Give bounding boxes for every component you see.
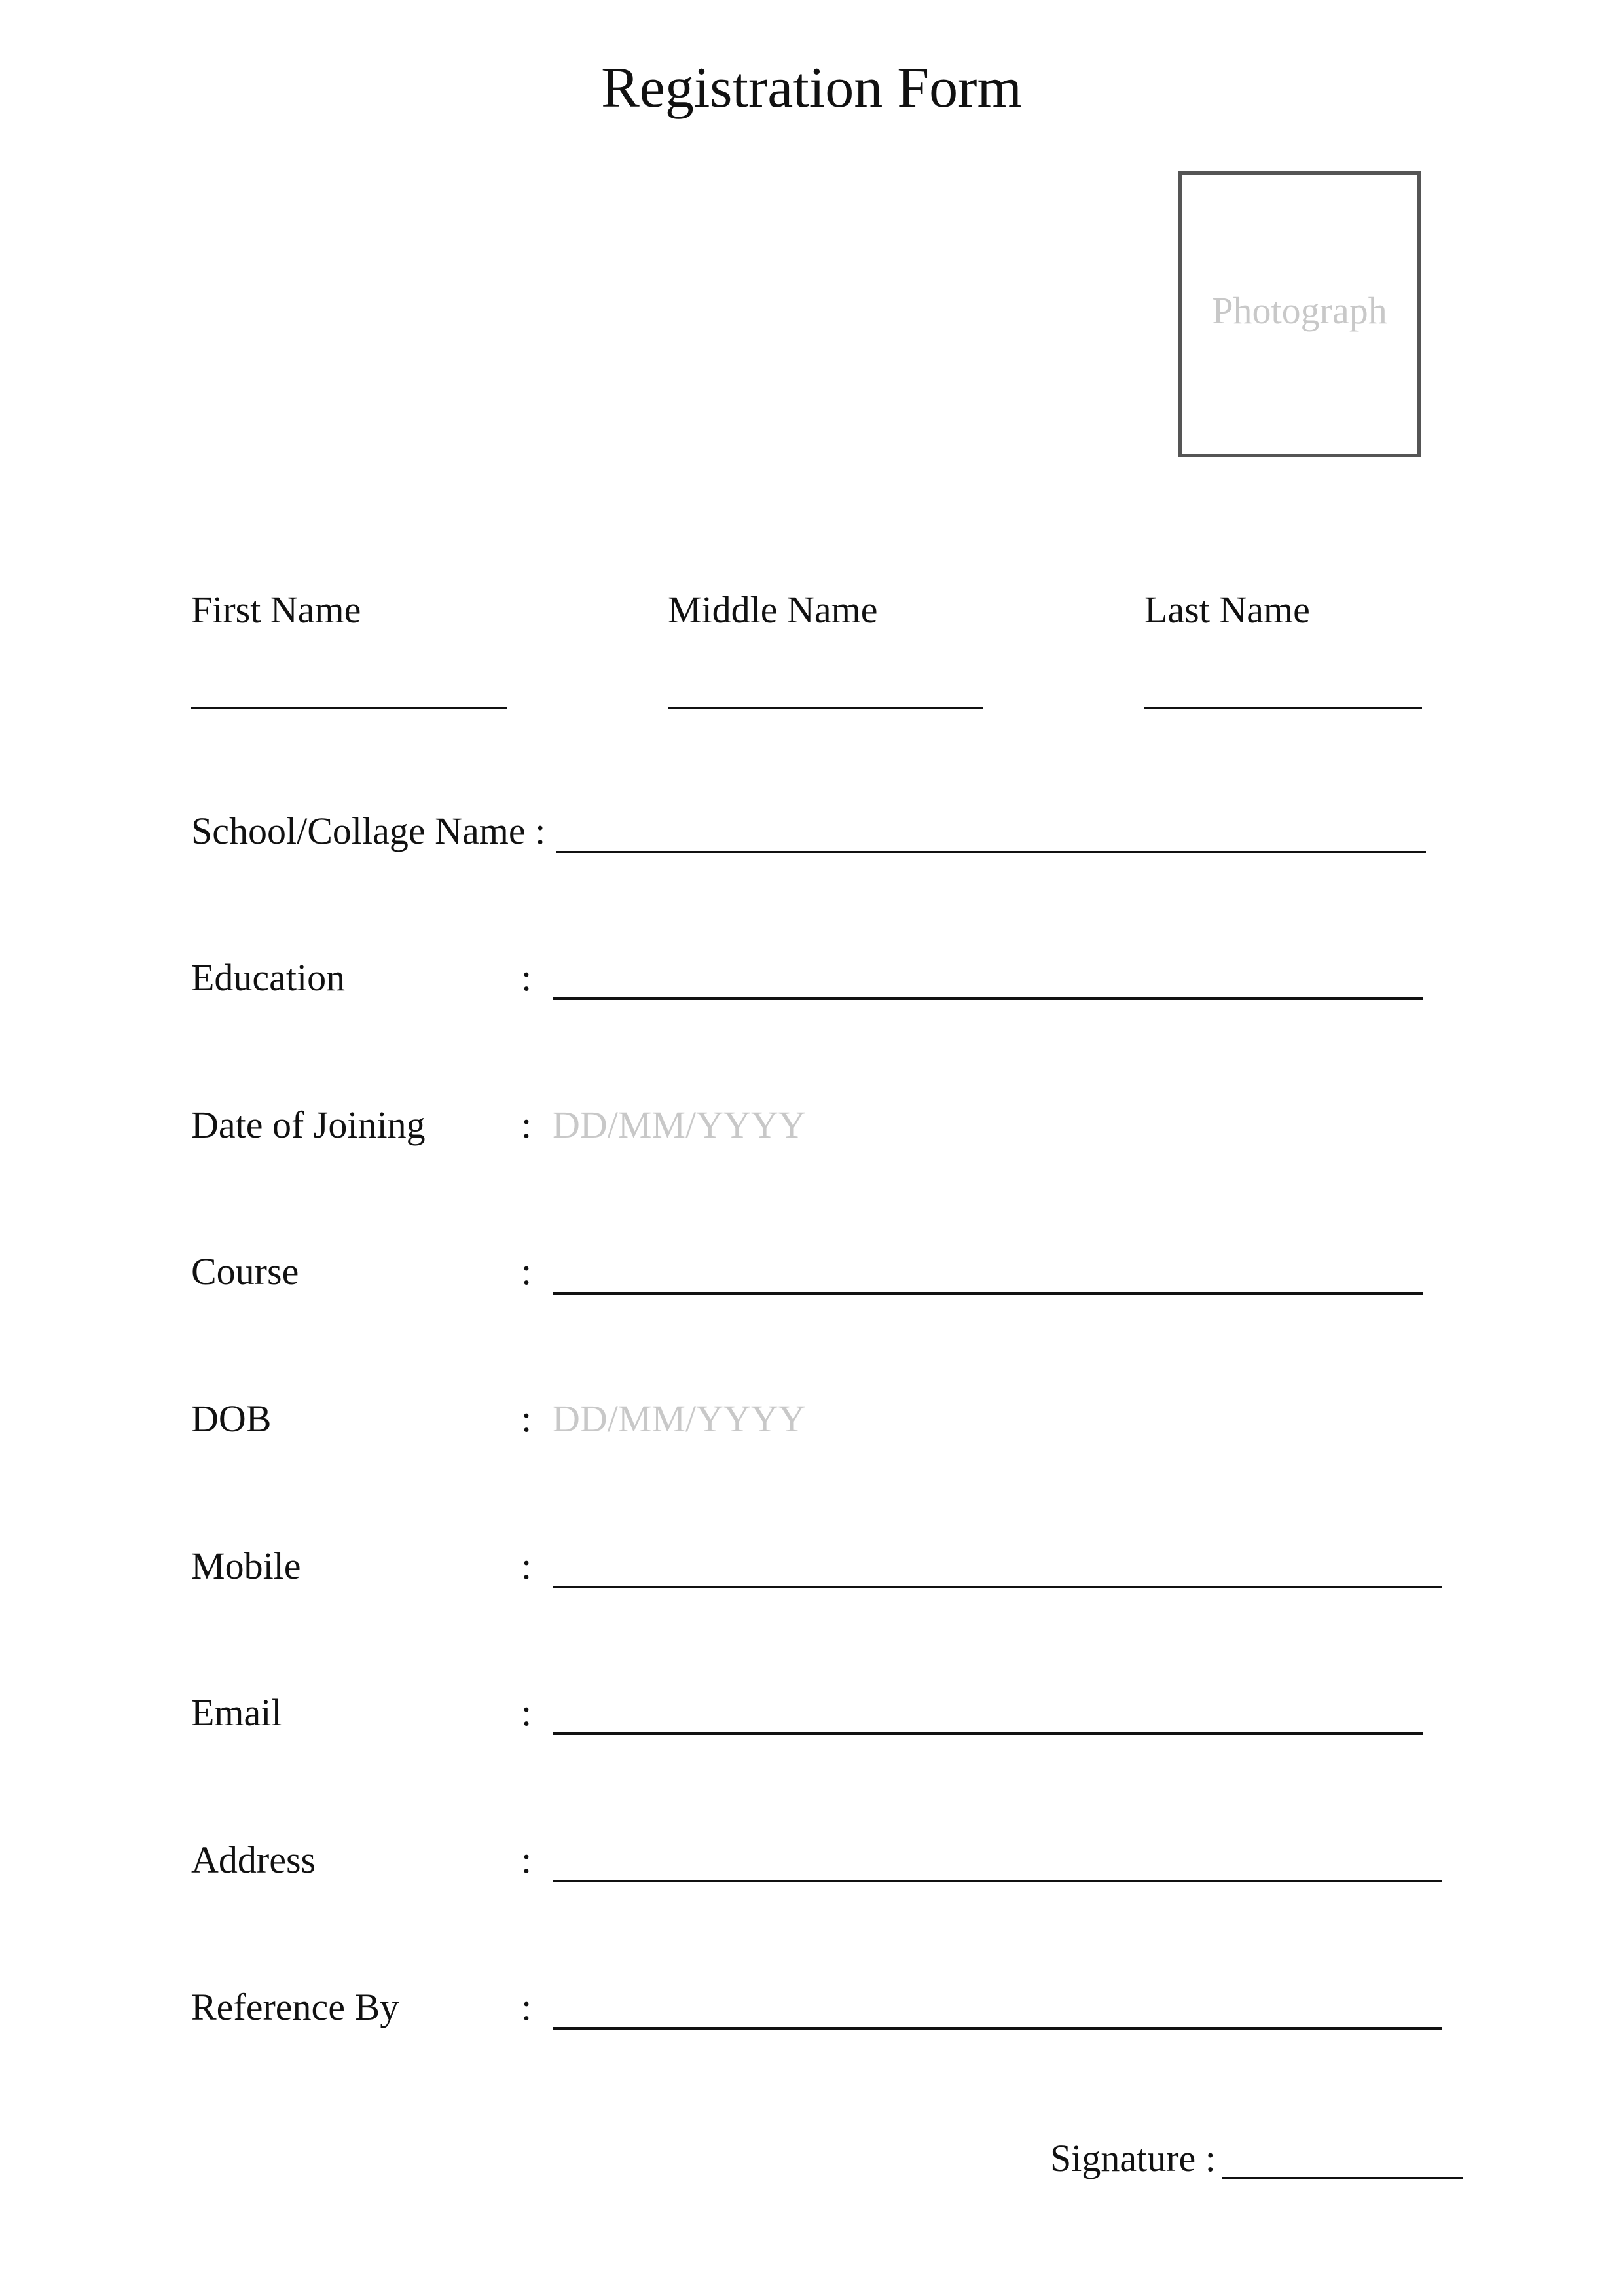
last-name-label: Last Name xyxy=(1144,588,1310,631)
email-field[interactable] xyxy=(553,1732,1423,1735)
signature-field[interactable] xyxy=(1222,2177,1463,2179)
email-label: Email xyxy=(191,1691,282,1734)
middle-name-label: Middle Name xyxy=(668,588,878,631)
education-label: Education xyxy=(191,956,346,999)
course-colon: : xyxy=(521,1250,532,1293)
signature-label: Signature : xyxy=(1050,2137,1216,2179)
reference-by-field[interactable] xyxy=(553,2027,1442,2030)
address-field[interactable] xyxy=(553,1880,1442,1882)
first-name-label: First Name xyxy=(191,588,361,631)
mobile-label: Mobile xyxy=(191,1545,301,1587)
school-name-field[interactable] xyxy=(556,851,1426,853)
dob-field[interactable]: DD/MM/YYYY xyxy=(553,1395,806,1443)
reference-by-label: Reference By xyxy=(191,1986,399,2028)
mobile-field[interactable] xyxy=(553,1586,1442,1588)
photograph-box[interactable]: Photograph xyxy=(1178,171,1421,457)
mobile-colon: : xyxy=(521,1545,532,1587)
first-name-field[interactable] xyxy=(191,707,507,709)
date-of-joining-label: Date of Joining xyxy=(191,1103,426,1146)
address-colon: : xyxy=(521,1839,532,1881)
course-label: Course xyxy=(191,1250,299,1293)
school-name-label: School/Collage Name : xyxy=(191,810,546,852)
education-field[interactable] xyxy=(553,997,1423,1000)
photograph-placeholder: Photograph xyxy=(1212,289,1387,332)
last-name-field[interactable] xyxy=(1144,707,1422,709)
education-colon: : xyxy=(521,956,532,999)
dob-colon: : xyxy=(521,1397,532,1440)
course-field[interactable] xyxy=(553,1292,1423,1295)
date-of-joining-field[interactable]: DD/MM/YYYY xyxy=(553,1102,806,1149)
address-label: Address xyxy=(191,1839,316,1881)
date-of-joining-colon: : xyxy=(521,1103,532,1146)
dob-label: DOB xyxy=(191,1397,272,1440)
reference-by-colon: : xyxy=(521,1986,532,2028)
middle-name-field[interactable] xyxy=(668,707,983,709)
form-title: Registration Form xyxy=(601,56,1022,120)
email-colon: : xyxy=(521,1691,532,1734)
